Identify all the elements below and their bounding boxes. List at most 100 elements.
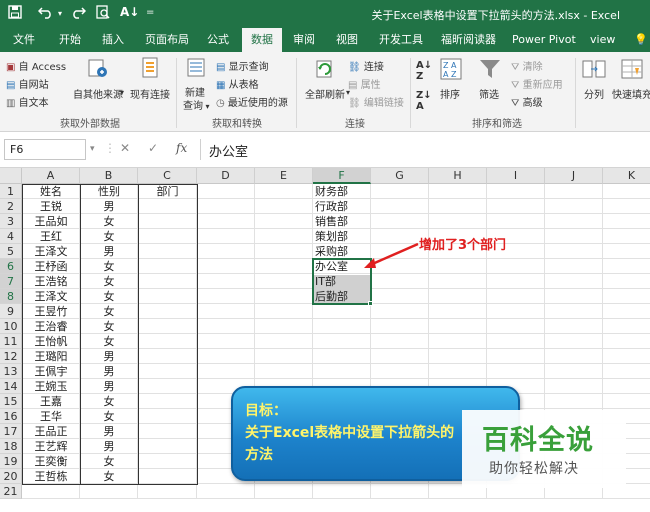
cell[interactable] [197,319,255,334]
cell[interactable] [313,319,371,334]
gender-cell[interactable]: 女 [80,334,138,349]
recent-sources-button[interactable]: ◷ 最近使用的源 [216,94,288,109]
cell[interactable] [255,274,313,289]
cell[interactable] [138,259,197,274]
cell[interactable] [487,184,545,199]
clear-filter-button[interactable]: ⛛ 清除 [511,58,543,73]
from-table-button[interactable]: ▦ 从表格 [216,76,259,91]
header-name-cell[interactable]: 姓名 [22,184,80,199]
properties-button[interactable]: ▤ 属性 [348,76,381,91]
cell[interactable] [603,199,650,214]
tab-view[interactable]: 视图 [336,28,358,52]
show-queries-button[interactable]: ▤ 显示查询 [216,58,269,73]
name-cell[interactable]: 王哲栋 [22,469,80,484]
row-header-6[interactable]: 6 [0,259,22,274]
redo-icon[interactable] [70,5,87,23]
gender-cell[interactable]: 女 [80,229,138,244]
column-header-e[interactable]: E [255,168,313,184]
department-cell[interactable]: 财务部 [313,184,371,199]
cancel-icon[interactable]: ✕ [120,141,130,155]
cell[interactable] [603,349,650,364]
gender-cell[interactable]: 女 [80,409,138,424]
gender-cell[interactable]: 男 [80,349,138,364]
cell[interactable] [255,184,313,199]
row-header-19[interactable]: 19 [0,454,22,469]
column-header-k[interactable]: K [603,168,650,184]
cell[interactable] [197,364,255,379]
cell[interactable] [371,274,429,289]
cell[interactable] [603,289,650,304]
flash-fill-button[interactable]: 快速填充 [612,86,650,101]
column-header-j[interactable]: J [545,168,603,184]
cell[interactable] [429,364,487,379]
row-header-12[interactable]: 12 [0,349,22,364]
cell[interactable] [138,289,197,304]
cell[interactable] [603,319,650,334]
cell[interactable] [197,199,255,214]
enter-icon[interactable]: ✓ [148,141,158,155]
name-cell[interactable]: 王嘉 [22,394,80,409]
name-cell[interactable]: 王婉玉 [22,379,80,394]
insert-function-icon[interactable]: fx [176,141,187,155]
cell[interactable] [545,214,603,229]
tab-insert[interactable]: 插入 [102,28,124,52]
cell[interactable] [197,304,255,319]
cell[interactable] [255,304,313,319]
cell[interactable] [138,454,197,469]
existing-connections-button[interactable]: 现有连接 [130,86,170,101]
column-header-h[interactable]: H [429,168,487,184]
name-box-dropdown-icon[interactable]: ▾ [90,144,95,154]
refresh-all-button[interactable]: 全部刷新 [305,86,345,101]
cell[interactable] [545,379,603,394]
department-cell[interactable]: 销售部 [313,214,371,229]
name-cell[interactable]: 王艺辉 [22,439,80,454]
column-header-f[interactable]: F [313,168,371,184]
cell[interactable] [313,484,371,499]
cell[interactable] [371,364,429,379]
cell[interactable] [138,439,197,454]
column-header-g[interactable]: G [371,168,429,184]
gender-cell[interactable]: 女 [80,274,138,289]
cell[interactable] [487,289,545,304]
name-cell[interactable]: 王佩宇 [22,364,80,379]
gender-cell[interactable]: 男 [80,379,138,394]
cell[interactable] [371,334,429,349]
column-header-b[interactable]: B [80,168,138,184]
cell[interactable] [603,394,650,409]
tab-data[interactable]: 数据 [242,28,282,52]
cell[interactable] [197,244,255,259]
cell[interactable] [429,334,487,349]
cell[interactable] [603,274,650,289]
cell[interactable] [487,259,545,274]
cell[interactable] [545,184,603,199]
cell[interactable] [371,214,429,229]
cell[interactable] [545,244,603,259]
from-text-button[interactable]: ▥ 自文本 [6,94,49,109]
cell[interactable] [545,289,603,304]
name-cell[interactable]: 王泽文 [22,289,80,304]
tab-developer[interactable]: 开发工具 [379,28,423,52]
cell[interactable] [80,484,138,499]
tab-review[interactable]: 审阅 [293,28,315,52]
row-header-11[interactable]: 11 [0,334,22,349]
cell[interactable] [138,484,197,499]
cell[interactable] [138,364,197,379]
cell[interactable] [255,289,313,304]
cell[interactable] [545,229,603,244]
name-cell[interactable]: 王治睿 [22,319,80,334]
cell[interactable] [487,214,545,229]
cell[interactable] [371,184,429,199]
cell[interactable] [545,259,603,274]
cell[interactable] [197,184,255,199]
cell[interactable] [429,289,487,304]
cell[interactable] [138,274,197,289]
cell[interactable] [371,289,429,304]
row-header-7[interactable]: 7 [0,274,22,289]
cell[interactable] [138,394,197,409]
gender-cell[interactable]: 女 [80,214,138,229]
cell[interactable] [197,484,255,499]
column-header-c[interactable]: C [138,168,197,184]
department-cell[interactable]: IT部 [313,274,371,289]
cell[interactable] [138,304,197,319]
gender-cell[interactable]: 女 [80,319,138,334]
